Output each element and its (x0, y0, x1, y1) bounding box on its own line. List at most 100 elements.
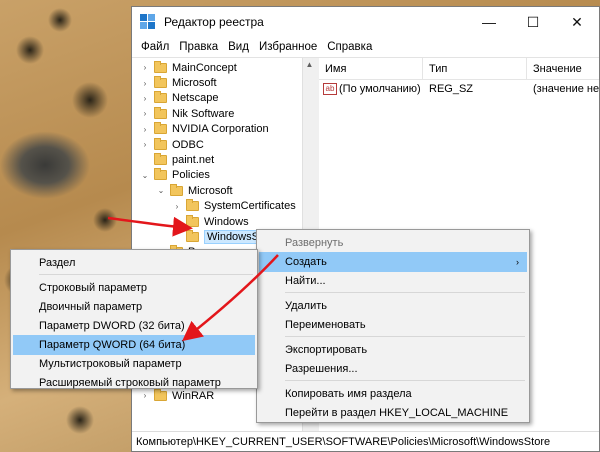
menu-item[interactable]: Перейти в раздел HKEY_LOCAL_MACHINE (259, 403, 527, 423)
list-item[interactable]: ab (По умолчанию) REG_SZ (значение не (319, 80, 599, 98)
menu-item[interactable]: Раздел (13, 253, 255, 273)
menu-item[interactable]: Создать › (259, 252, 527, 272)
menu-item[interactable]: Развернуть (259, 233, 527, 253)
menu-item[interactable]: Экспортировать (259, 340, 527, 360)
menu-item[interactable]: Избранное (254, 41, 322, 53)
tree-item[interactable]: › Windows (172, 214, 249, 229)
expander-icon[interactable]: ⌄ (156, 186, 166, 195)
menu-item[interactable]: Разрешения... (259, 359, 527, 379)
menu-item-label: Раздел (39, 257, 76, 269)
folder-icon (154, 168, 167, 181)
value-data: (значение не (533, 83, 599, 95)
tree-item[interactable]: › Netscape (140, 91, 218, 106)
menu-item[interactable]: Мультистроковый параметр (13, 354, 255, 374)
menu-item[interactable]: Переименовать (259, 315, 527, 335)
expander-icon[interactable]: › (140, 79, 150, 88)
status-bar: Компьютер\HKEY_CURRENT_USER\SOFTWARE\Pol… (132, 431, 599, 451)
close-button[interactable]: ✕ (555, 7, 599, 37)
expander-icon[interactable]: › (140, 63, 150, 72)
title-bar[interactable]: Редактор реестра — ☐ ✕ (132, 7, 599, 37)
tree-item[interactable]: › Nik Software (140, 106, 234, 121)
tree-item[interactable]: › SystemCertificates (172, 199, 296, 214)
tree-item[interactable]: › MainConcept (140, 60, 237, 75)
expander-icon[interactable]: › (140, 94, 150, 103)
status-path: Компьютер\HKEY_CURRENT_USER\SOFTWARE\Pol… (136, 435, 551, 448)
menu-item-label: Двоичный параметр (39, 301, 143, 313)
tree-item[interactable]: › NVIDIA Corporation (140, 122, 269, 137)
value-type: REG_SZ (429, 83, 474, 95)
menu-item[interactable]: Справка (322, 41, 377, 53)
menu-item[interactable]: Удалить (259, 296, 527, 316)
menu-item[interactable]: Вид (223, 41, 254, 53)
folder-icon (154, 122, 167, 135)
tree-item-label: paint.net (172, 154, 215, 167)
tree-item[interactable]: ⌄ Microsoft (156, 183, 233, 198)
tree-item-label: Windows (204, 215, 249, 228)
menu-item[interactable]: Параметр QWORD (64 бита) (13, 335, 255, 355)
folder-icon (154, 153, 167, 166)
menu-item-label: Экспортировать (285, 344, 368, 356)
menu-item[interactable]: Найти... (259, 271, 527, 291)
tree-item-label: Microsoft (172, 77, 217, 90)
expander-icon[interactable]: › (140, 109, 150, 118)
menu-item-label: Строковый параметр (39, 282, 148, 294)
tree-item-label: SystemCertificates (204, 200, 296, 213)
tree-item-label: Nik Software (172, 107, 235, 120)
menu-item[interactable]: Строковый параметр (13, 278, 255, 298)
menu-item-label: Мультистроковый параметр (39, 358, 182, 370)
menu-item[interactable]: Копировать имя раздела (259, 384, 527, 404)
menu-item-label: Перейти в раздел HKEY_LOCAL_MACHINE (285, 407, 509, 419)
window-title: Редактор реестра (164, 15, 264, 29)
menu-item-label: Разрешения... (285, 363, 358, 375)
menu-item-label: Расширяемый строковый параметр (39, 377, 221, 389)
tree-item[interactable]: › Microsoft (140, 75, 217, 90)
folder-icon (170, 183, 183, 196)
menu-item[interactable]: Параметр DWORD (32 бита) (13, 316, 255, 336)
column-header-value[interactable]: Значение (527, 58, 599, 79)
string-value-icon: ab (323, 83, 337, 95)
menu-separator (285, 292, 525, 293)
expander-icon[interactable]: › (140, 125, 150, 134)
menu-item-label: Удалить (285, 300, 327, 312)
tree-item-label: MainConcept (172, 61, 237, 74)
menu-separator (285, 380, 525, 381)
tree-item[interactable]: › ODBC (140, 137, 204, 152)
folder-icon (154, 137, 167, 150)
column-header-type[interactable]: Тип (423, 58, 527, 79)
menu-item-label: Найти... (285, 275, 326, 287)
menu-item[interactable]: Файл (136, 41, 174, 53)
folder-icon (186, 199, 199, 212)
tree-item[interactable]: ⌄ Policies (140, 168, 210, 183)
chevron-right-icon: › (516, 257, 519, 267)
tree-item-label: Microsoft (188, 184, 233, 197)
menu-bar: Файл Правка Вид Избранное Справка (132, 37, 599, 57)
maximize-button[interactable]: ☐ (511, 7, 555, 37)
tree-item-label: ODBC (172, 138, 204, 151)
expander-icon[interactable]: › (140, 140, 150, 149)
minimize-button[interactable]: — (467, 7, 511, 37)
list-header: Имя Тип Значение (319, 58, 599, 80)
regedit-app-icon (140, 14, 156, 30)
scroll-up-icon[interactable]: ▲ (303, 58, 315, 71)
folder-icon (186, 214, 199, 227)
expander-icon[interactable]: › (172, 202, 182, 211)
menu-item[interactable]: Расширяемый строковый параметр (13, 373, 255, 393)
menu-item-label: Развернуть (285, 237, 344, 249)
menu-item-label: Параметр QWORD (64 бита) (39, 339, 186, 351)
folder-icon (154, 106, 167, 119)
expander-icon[interactable]: ⌄ (140, 171, 150, 180)
column-header-name[interactable]: Имя (319, 58, 423, 79)
menu-item[interactable]: Двоичный параметр (13, 297, 255, 317)
folder-icon (154, 76, 167, 89)
tree-item-label: NVIDIA Corporation (172, 123, 269, 136)
menu-item[interactable]: Правка (174, 41, 223, 53)
menu-separator (285, 336, 525, 337)
tree-item[interactable]: paint.net (140, 152, 214, 167)
menu-item-label: Копировать имя раздела (285, 388, 412, 400)
folder-icon (154, 60, 167, 73)
tree-item-label: Policies (172, 169, 210, 182)
expander-icon[interactable]: › (172, 217, 182, 226)
create-submenu: Раздел Строковый параметр Двоичный парамет… (10, 249, 258, 389)
context-menu: Развернуть Создать › Найти... Удалить Переиме… (256, 229, 530, 423)
menu-item-label: Параметр DWORD (32 бита) (39, 320, 185, 332)
